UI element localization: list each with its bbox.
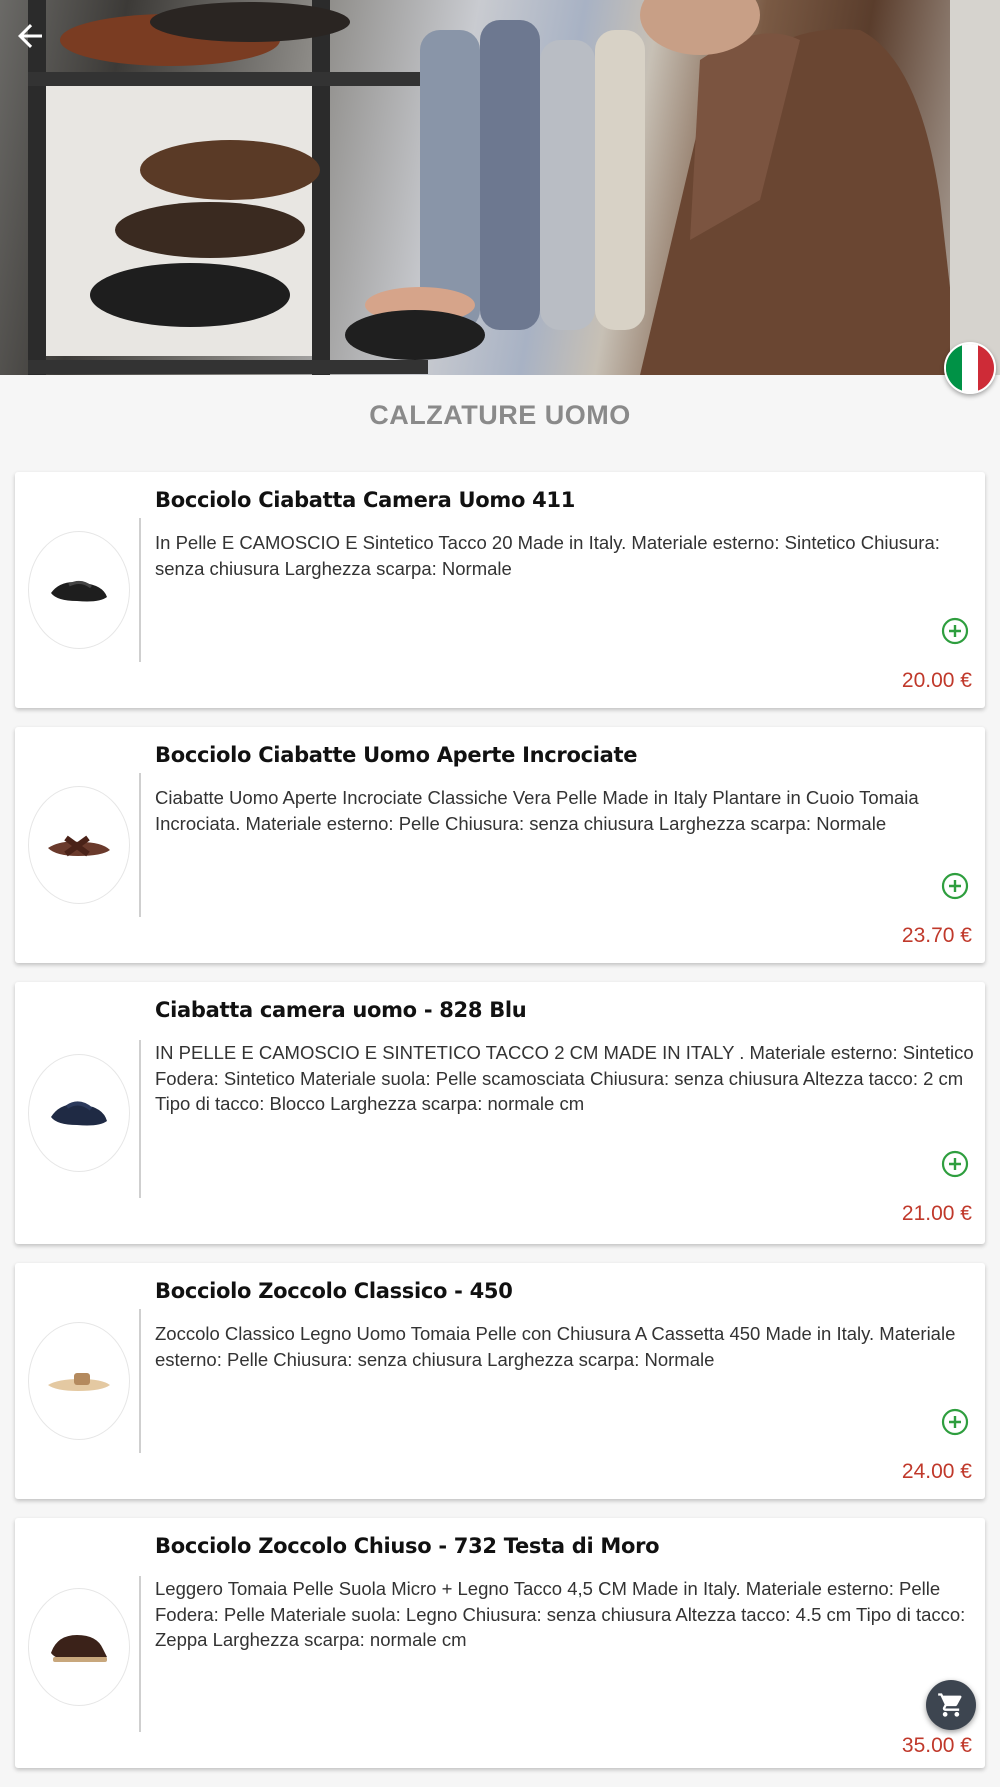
page-title: CALZATURE UOMO xyxy=(369,400,631,430)
slipper-icon xyxy=(51,1101,107,1126)
hero-image xyxy=(0,0,1000,375)
arrow-left-icon xyxy=(18,24,42,48)
product-price: 20.00 € xyxy=(901,669,972,692)
italy-flag-icon[interactable] xyxy=(944,342,996,394)
store-photo xyxy=(28,0,1000,375)
sandal-icon xyxy=(48,835,110,857)
product-name: Bocciolo Zoccolo Chiuso - 732 Testa di M… xyxy=(155,1534,660,1558)
divider xyxy=(139,773,141,917)
add-to-cart-button[interactable] xyxy=(941,1408,969,1436)
product-description: IN PELLE E CAMOSCIO E SINTETICO TACCO 2 … xyxy=(155,1042,974,1114)
product-price: 35.00 € xyxy=(901,1734,972,1757)
product-thumbnail xyxy=(28,1322,130,1440)
product-description: Zoccolo Classico Legno Uomo Tomaia Pelle… xyxy=(155,1323,956,1370)
product-card[interactable]: Bocciolo Zoccolo Classico - 450 Zoccolo … xyxy=(15,1263,985,1499)
product-name: Bocciolo Ciabatte Uomo Aperte Incrociate xyxy=(155,743,638,767)
divider xyxy=(139,1309,141,1453)
product-name: Bocciolo Ciabatta Camera Uomo 411 xyxy=(155,488,576,512)
product-card[interactable]: Bocciolo Ciabatte Uomo Aperte Incrociate… xyxy=(15,727,985,963)
product-name: Bocciolo Zoccolo Classico - 450 xyxy=(155,1279,513,1303)
product-description: In Pelle E CAMOSCIO E Sintetico Tacco 20… xyxy=(155,532,940,579)
divider xyxy=(139,1576,141,1732)
shopping-cart-icon xyxy=(938,1693,962,1717)
product-thumbnail xyxy=(28,1588,130,1706)
add-to-cart-button[interactable] xyxy=(941,617,969,645)
product-card[interactable]: Bocciolo Ciabatta Camera Uomo 411 In Pel… xyxy=(15,472,985,708)
divider xyxy=(139,518,141,662)
product-name: Ciabatta camera uomo - 828 Blu xyxy=(155,998,527,1022)
add-to-cart-button[interactable] xyxy=(941,872,969,900)
slipper-icon xyxy=(51,580,107,602)
add-to-cart-button[interactable] xyxy=(941,1150,969,1178)
product-description: Ciabatte Uomo Aperte Incrociate Classich… xyxy=(155,787,919,834)
clog-icon xyxy=(48,1373,110,1391)
product-card[interactable]: Ciabatta camera uomo - 828 Blu IN PELLE … xyxy=(15,982,985,1244)
back-button[interactable] xyxy=(12,18,60,66)
product-price: 23.70 € xyxy=(901,924,972,947)
product-card[interactable]: Bocciolo Zoccolo Chiuso - 732 Testa di M… xyxy=(15,1518,985,1768)
product-thumbnail xyxy=(28,786,130,904)
product-price: 24.00 € xyxy=(901,1460,972,1483)
divider xyxy=(139,1040,141,1198)
product-list: Bocciolo Ciabatta Camera Uomo 411 In Pel… xyxy=(15,472,985,1787)
product-thumbnail xyxy=(28,531,130,649)
cart-button[interactable] xyxy=(926,1680,976,1730)
product-description: Leggero Tomaia Pelle Suola Micro + Legno… xyxy=(155,1578,966,1650)
closed-clog-icon xyxy=(51,1635,107,1662)
product-thumbnail xyxy=(28,1054,130,1172)
product-price: 21.00 € xyxy=(901,1202,972,1225)
